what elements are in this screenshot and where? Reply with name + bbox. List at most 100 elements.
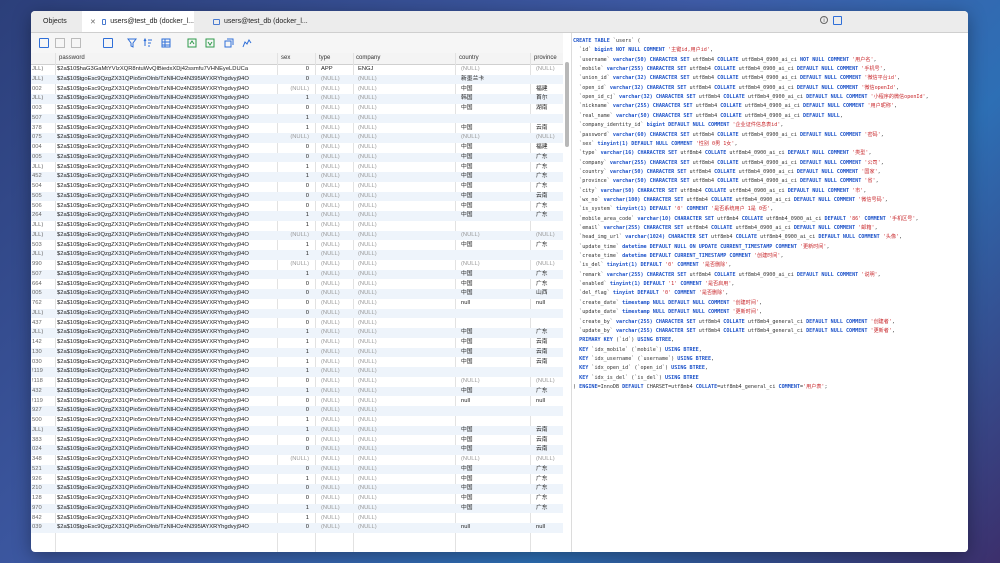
table-cell-province[interactable]: 广东 xyxy=(536,202,563,211)
column-header-company[interactable]: company xyxy=(356,55,380,61)
table-cell-id[interactable]: JLL) xyxy=(32,231,54,240)
table-cell-type[interactable]: (NULL) xyxy=(321,377,353,386)
table-cell-sex[interactable]: 0 xyxy=(249,377,309,386)
table-cell-type[interactable]: (NULL) xyxy=(321,85,353,94)
table-cell-sex[interactable]: 0 xyxy=(249,182,309,191)
table-cell-type[interactable]: (NULL) xyxy=(321,182,353,191)
table-cell-type[interactable]: (NULL) xyxy=(321,211,353,220)
table-cell-pw[interactable]: $2a$10$tgoEsc9QzgZX31QPio5rnOlnb/TzNlHOz… xyxy=(57,416,275,425)
close-icon[interactable]: ✕ xyxy=(90,18,96,26)
table-cell-sex[interactable]: 0 xyxy=(249,104,309,113)
table-row[interactable]: 507 $2a$10$tgoEsc9QzgZX31QPio5rnOlnb/TzNl… xyxy=(31,269,563,280)
table-row[interactable]: 990 $2a$10$tgoEsc9QzgZX31QPio5rnOlnb/TzNl… xyxy=(31,260,563,269)
table-row[interactable]: 142 $2a$10$tgoEsc9QzgZX31QPio5rnOlnb/TzNl… xyxy=(31,338,563,347)
table-cell-type[interactable]: (NULL) xyxy=(321,494,353,503)
table-row[interactable]: 970 $2a$10$tgoEsc9QzgZX31QPio5rnOlnb/TzNl… xyxy=(31,503,563,514)
table-row[interactable]: JLL) $2a$10$tgoEsc9QzgZX31QPio5rnOlnb/TzN… xyxy=(31,74,563,85)
chart-icon[interactable] xyxy=(242,38,252,48)
table-row[interactable]: 437 $2a$10$tgoEsc9QzgZX31QPio5rnOlnb/TzNl… xyxy=(31,319,563,328)
table-cell-id[interactable]: 970 xyxy=(32,504,54,513)
table-cell-id[interactable]: JLL) xyxy=(32,163,54,172)
table-cell-company[interactable]: (NULL) xyxy=(358,523,453,532)
table-cell-country[interactable]: 中国 xyxy=(461,163,531,172)
table-cell-id[interactable]: 039 xyxy=(32,523,54,532)
table-cell-sex[interactable]: 0 xyxy=(249,406,309,415)
table-cell-country[interactable]: 中国 xyxy=(461,241,531,250)
table-cell-type[interactable]: (NULL) xyxy=(321,231,353,240)
table-row[interactable]: !119 $2a$10$tgoEsc9QzgZX31QPio5rnOlnb/TzN… xyxy=(31,367,563,377)
table-cell-sex[interactable]: 0 xyxy=(249,465,309,474)
table-cell-pw[interactable]: $2a$10$tgoEsc9QzgZX31QPio5rnOlnb/TzNlHOz… xyxy=(57,358,275,367)
table-cell-province[interactable]: null xyxy=(536,299,563,308)
column-header-sex[interactable]: sex xyxy=(281,55,290,61)
table-cell-id[interactable]: 130 xyxy=(32,348,54,357)
table-cell-type[interactable]: (NULL) xyxy=(321,426,353,435)
table-cell-company[interactable]: (NULL) xyxy=(358,338,453,347)
table-cell-province[interactable]: null xyxy=(536,397,563,406)
table-cell-province[interactable]: 云南 xyxy=(536,338,563,347)
table-cell-province[interactable]: 广东 xyxy=(536,484,563,493)
table-cell-id[interactable]: JLL) xyxy=(32,250,54,259)
panel-toggle-icon[interactable] xyxy=(833,16,842,25)
export-icon[interactable] xyxy=(205,38,215,48)
table-row[interactable]: JLL) $2a$10$tgoEsc9QzgZX31QPio5rnOlnb/TzN… xyxy=(31,94,563,104)
table-cell-sex[interactable]: 1 xyxy=(249,211,309,220)
table-cell-company[interactable]: (NULL) xyxy=(358,143,453,152)
table-cell-sex[interactable]: (NULL) xyxy=(249,260,309,269)
document-icon[interactable] xyxy=(39,38,49,48)
table-cell-id[interactable]: 348 xyxy=(32,455,54,464)
table-cell-pw[interactable]: $2a$10$tgoEsc9QzgZX31QPio5rnOlnb/TzNlHOz… xyxy=(57,289,275,298)
table-cell-pw[interactable]: $2a$10$tgoEsc9QzgZX31QPio5rnOlnb/TzNlHOz… xyxy=(57,75,275,84)
table-cell-id[interactable]: 507 xyxy=(32,114,54,123)
table-cell-type[interactable]: (NULL) xyxy=(321,504,353,513)
table-cell-id[interactable]: 452 xyxy=(32,172,54,181)
table-cell-pw[interactable]: $2a$10$tgoEsc9QzgZX31QPio5rnOlnb/TzNlHOz… xyxy=(57,426,275,435)
table-cell-sex[interactable]: 0 xyxy=(249,445,309,454)
table-row[interactable]: 378 $2a$10$tgoEsc9QzgZX31QPio5rnOlnb/TzNl… xyxy=(31,124,563,133)
table-cell-sex[interactable]: 0 xyxy=(249,65,309,74)
table-cell-type[interactable]: (NULL) xyxy=(321,133,353,142)
table-cell-pw[interactable]: $2a$10$tgoEsc9QzgZX31QPio5rnOlnb/TzNlHOz… xyxy=(57,319,275,328)
table-cell-sex[interactable]: 1 xyxy=(249,270,309,279)
table-cell-company[interactable]: (NULL) xyxy=(358,475,453,484)
table-cell-sex[interactable]: 1 xyxy=(249,504,309,513)
import-icon[interactable] xyxy=(187,38,197,48)
table-cell-type[interactable]: (NULL) xyxy=(321,358,353,367)
info-icon[interactable]: i xyxy=(820,16,828,24)
table-cell-province[interactable]: 云南 xyxy=(536,192,563,201)
table-cell-type[interactable]: (NULL) xyxy=(321,241,353,250)
table-cell-id[interactable]: 664 xyxy=(32,280,54,289)
table-cell-country[interactable]: 中国 xyxy=(461,426,531,435)
grid-icon[interactable] xyxy=(161,38,171,48)
table-cell-company[interactable]: (NULL) xyxy=(358,484,453,493)
table-cell-id[interactable]: !119 xyxy=(32,367,54,376)
table-cell-id[interactable]: JLL) xyxy=(32,65,54,74)
table-cell-id[interactable]: !119 xyxy=(32,397,54,406)
table-cell-sex[interactable]: 0 xyxy=(249,319,309,328)
table-cell-type[interactable]: (NULL) xyxy=(321,299,353,308)
table-row[interactable]: 039 $2a$10$tgoEsc9QzgZX31QPio5rnOlnb/TzNl… xyxy=(31,523,563,533)
table-row[interactable]: 452 $2a$10$tgoEsc9QzgZX31QPio5rnOlnb/TzNl… xyxy=(31,172,563,182)
table-cell-sex[interactable]: (NULL) xyxy=(249,455,309,464)
table-cell-pw[interactable]: $2a$10$tgoEsc9QzgZX31QPio5rnOlnb/TzNlHOz… xyxy=(57,202,275,211)
table-cell-country[interactable]: 中国 xyxy=(461,172,531,181)
table-cell-company[interactable]: (NULL) xyxy=(358,397,453,406)
table-cell-company[interactable]: ENGJ xyxy=(358,65,453,74)
table-cell-id[interactable]: 507 xyxy=(32,270,54,279)
table-cell-type[interactable]: (NULL) xyxy=(321,338,353,347)
table-cell-id[interactable]: 383 xyxy=(32,436,54,445)
table-cell-province[interactable]: (NULL) xyxy=(536,377,563,386)
table-cell-sex[interactable]: (NULL) xyxy=(249,85,309,94)
table-cell-pw[interactable]: $2a$10$tgoEsc9QzgZX31QPio5rnOlnb/TzNlHOz… xyxy=(57,280,275,289)
table-cell-company[interactable]: (NULL) xyxy=(358,202,453,211)
table-row[interactable]: 664 $2a$10$tgoEsc9QzgZX31QPio5rnOlnb/TzNl… xyxy=(31,280,563,289)
table-cell-company[interactable]: (NULL) xyxy=(358,172,453,181)
table-cell-type[interactable]: (NULL) xyxy=(321,319,353,328)
table-cell-country[interactable]: 中国 xyxy=(461,182,531,191)
table-cell-id[interactable]: 506 xyxy=(32,202,54,211)
table-cell-company[interactable]: (NULL) xyxy=(358,124,453,133)
table-cell-country[interactable]: 韩国 xyxy=(461,94,531,103)
table-cell-pw[interactable]: $2a$10$tgoEsc9QzgZX31QPio5rnOlnb/TzNlHOz… xyxy=(57,445,275,454)
table-cell-company[interactable]: (NULL) xyxy=(358,133,453,142)
table-cell-country[interactable]: 中国 xyxy=(461,104,531,113)
